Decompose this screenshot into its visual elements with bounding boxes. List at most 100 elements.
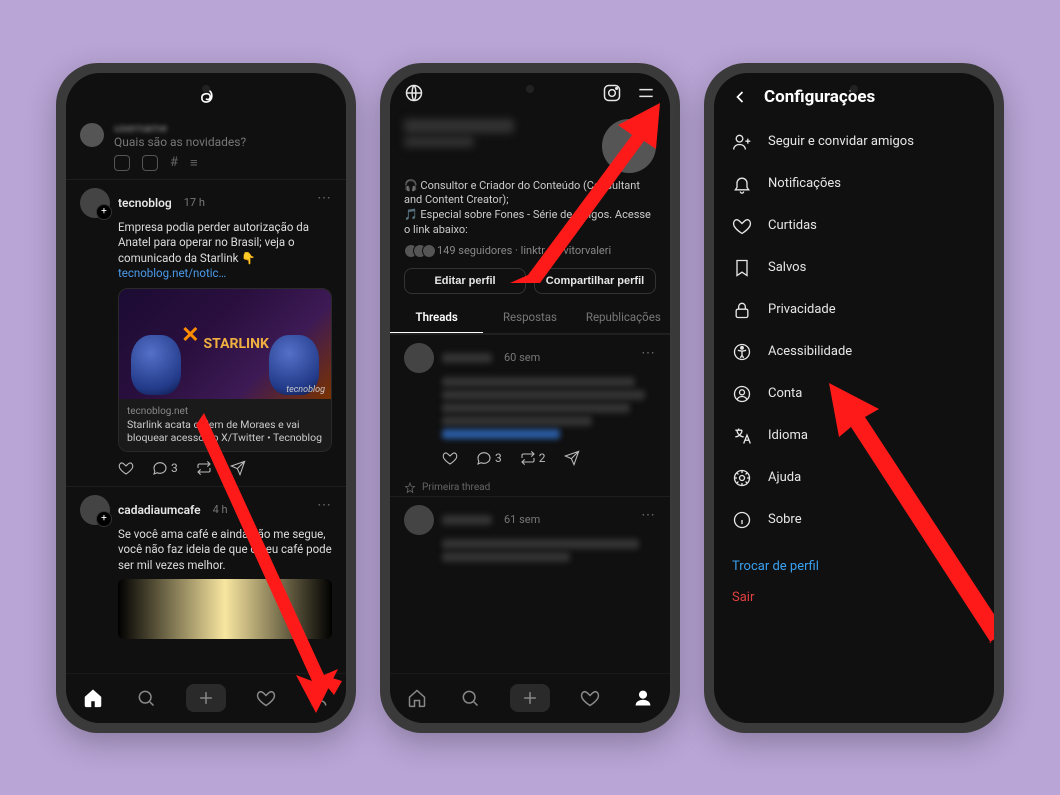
settings-item-help[interactable]: Ajuda xyxy=(714,457,994,499)
feed-post[interactable]: cadadiaumcafe 4 h ⋯ Se você ama café e a… xyxy=(66,486,346,648)
threads-logo-icon xyxy=(196,87,216,107)
bio-line-1: 🎧 Consultor e Criador do Conteúdo (Consu… xyxy=(404,179,656,209)
screen-profile: 🎧 Consultor e Criador do Conteúdo (Consu… xyxy=(390,73,670,723)
settings-item-account[interactable]: Conta xyxy=(714,373,994,415)
settings-header: Configurações xyxy=(714,73,994,117)
post-username-blurred xyxy=(442,353,492,363)
screen-settings: Configurações Seguir e convidar amigos N… xyxy=(714,73,994,723)
compose-row[interactable]: username Quais são as novidades? xyxy=(66,117,346,151)
post-more-icon[interactable]: ⋯ xyxy=(641,345,656,361)
nav-activity[interactable] xyxy=(576,684,604,712)
post-time: 17 h xyxy=(184,196,205,209)
bottom-nav xyxy=(390,673,670,723)
gallery-icon[interactable] xyxy=(114,155,130,171)
settings-item-accessibility[interactable]: Acessibilidade xyxy=(714,331,994,373)
post-time: 4 h xyxy=(213,503,228,516)
profile-buttons: Editar perfil Compartilhar perfil xyxy=(390,264,670,302)
nav-profile[interactable] xyxy=(629,684,657,712)
topbar xyxy=(390,73,670,117)
settings-item-label: Acessibilidade xyxy=(768,344,852,359)
settings-item-notifications[interactable]: Notificações xyxy=(714,163,994,205)
comment-button[interactable]: 3 xyxy=(152,460,178,476)
hashtag-icon[interactable]: # xyxy=(170,155,178,171)
post-text: Se você ama café e ainda não me segue, v… xyxy=(118,527,332,572)
edit-profile-button[interactable]: Editar perfil xyxy=(404,268,526,294)
menu-icon[interactable] xyxy=(636,83,656,103)
post-username[interactable]: tecnoblog xyxy=(118,196,172,210)
gif-icon[interactable] xyxy=(142,155,158,171)
nav-search[interactable] xyxy=(132,684,160,712)
nav-search[interactable] xyxy=(456,684,484,712)
settings-item-follow[interactable]: Seguir e convidar amigos xyxy=(714,121,994,163)
tab-replies[interactable]: Respostas xyxy=(483,302,576,333)
nav-home[interactable] xyxy=(403,684,431,712)
like-button[interactable] xyxy=(442,450,458,466)
post-avatar[interactable] xyxy=(404,505,434,535)
link-card[interactable]: STARLINK tecnoblog tecnoblog.net Starlin… xyxy=(118,288,332,452)
switch-profile-link[interactable]: Trocar de perfil xyxy=(714,545,994,576)
compose-placeholder[interactable]: Quais são as novidades? xyxy=(114,135,332,149)
tab-reposts[interactable]: Republicações xyxy=(577,302,670,333)
comment-button[interactable]: 3 xyxy=(476,450,502,466)
post-body: Se você ama café e ainda não me segue, v… xyxy=(80,527,332,574)
profile-post[interactable]: 60 sem ⋯ 3 2 xyxy=(390,334,670,476)
feed: tecnoblog 17 h ⋯ Empresa podia perder au… xyxy=(66,179,346,673)
share-button[interactable] xyxy=(230,460,246,476)
post-avatar[interactable] xyxy=(80,188,110,218)
settings-item-likes[interactable]: Curtidas xyxy=(714,205,994,247)
instagram-icon[interactable] xyxy=(602,83,622,103)
settings-item-saved[interactable]: Salvos xyxy=(714,247,994,289)
nav-profile[interactable] xyxy=(305,684,333,712)
settings-item-privacy[interactable]: Privacidade xyxy=(714,289,994,331)
settings-list: Seguir e convidar amigos Notificações Cu… xyxy=(714,117,994,545)
like-button[interactable] xyxy=(118,460,134,476)
repost-button[interactable]: 2 xyxy=(520,450,546,466)
logout-link[interactable]: Sair xyxy=(714,576,994,607)
topbar xyxy=(66,73,346,117)
settings-item-label: Ajuda xyxy=(768,470,801,485)
profile-avatar[interactable] xyxy=(602,119,656,173)
post-body-blurred xyxy=(442,377,656,439)
post-username[interactable]: cadadiaumcafe xyxy=(118,503,201,517)
feed-post[interactable]: tecnoblog 17 h ⋯ Empresa podia perder au… xyxy=(66,179,346,486)
post-link[interactable]: tecnoblog.net/notic… xyxy=(118,266,226,280)
settings-item-about[interactable]: Sobre xyxy=(714,499,994,541)
share-button[interactable] xyxy=(564,450,580,466)
settings-item-label: Curtidas xyxy=(768,218,817,233)
post-more-icon[interactable]: ⋯ xyxy=(317,190,332,206)
post-image[interactable] xyxy=(118,579,332,639)
nav-activity[interactable] xyxy=(252,684,280,712)
phone-frame-2: 🎧 Consultor e Criador do Conteúdo (Consu… xyxy=(380,63,680,733)
settings-item-label: Idioma xyxy=(768,428,808,443)
post-text: Empresa podia perder autorização da Anat… xyxy=(118,220,309,265)
card-title: Starlink acata ordem de Moraes e vai blo… xyxy=(127,418,323,445)
card-source: tecnoblog.net xyxy=(127,405,323,418)
card-watermark: tecnoblog xyxy=(286,385,325,395)
post-avatar[interactable] xyxy=(404,343,434,373)
nav-compose[interactable] xyxy=(510,684,550,712)
comment-count: 3 xyxy=(171,461,178,475)
settings-item-label: Conta xyxy=(768,386,802,401)
nav-compose[interactable] xyxy=(186,684,226,712)
link-card-text: tecnoblog.net Starlink acata ordem de Mo… xyxy=(119,399,331,451)
post-more-icon[interactable]: ⋯ xyxy=(317,497,332,513)
post-body: Empresa podia perder autorização da Anat… xyxy=(80,220,332,282)
repost-button[interactable] xyxy=(196,460,212,476)
more-icon[interactable]: ≡ xyxy=(190,155,198,171)
profile-name-blurred xyxy=(404,119,514,133)
post-avatar[interactable] xyxy=(80,495,110,525)
nav-home[interactable] xyxy=(79,684,107,712)
back-icon[interactable] xyxy=(730,87,750,107)
share-profile-button[interactable]: Compartilhar perfil xyxy=(534,268,656,294)
tab-threads[interactable]: Threads xyxy=(390,302,483,333)
settings-item-language[interactable]: Idioma xyxy=(714,415,994,457)
followers-row[interactable]: 149 seguidores · linktr.ee/vitorvaleri xyxy=(390,244,670,264)
settings-item-label: Notificações xyxy=(768,176,841,191)
post-actions: 3 2 xyxy=(404,442,656,468)
compose-attachments: # ≡ xyxy=(66,151,346,179)
post-more-icon[interactable]: ⋯ xyxy=(641,507,656,523)
profile-post[interactable]: 61 sem ⋯ xyxy=(390,496,670,573)
globe-icon[interactable] xyxy=(404,83,424,103)
profile-bio: 🎧 Consultor e Criador do Conteúdo (Consu… xyxy=(390,177,670,244)
phone-frame-3: Configurações Seguir e convidar amigos N… xyxy=(704,63,1004,733)
